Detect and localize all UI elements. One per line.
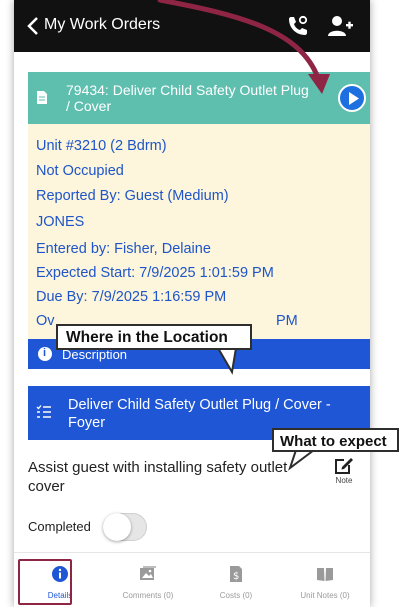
- completed-label: Completed: [28, 519, 91, 534]
- tab-comments[interactable]: Comments (0): [106, 559, 190, 607]
- page-title: My Work Orders: [44, 16, 161, 33]
- edit-note-icon: [335, 458, 353, 474]
- tab-costs[interactable]: $ Costs (0): [194, 559, 278, 607]
- work-order-title-bar: 79434: Deliver Child Safety Outlet Plug …: [28, 72, 370, 124]
- tab-unit-notes-label: Unit Notes (0): [300, 591, 350, 600]
- checklist-icon: [36, 405, 51, 418]
- task-title: Deliver Child Safety Outlet Plug / Cover…: [68, 397, 331, 431]
- unit-info[interactable]: Unit #3210 (2 Bdrm): [36, 138, 167, 154]
- play-icon: [349, 92, 359, 105]
- work-order-title: 79434: Deliver Child Safety Outlet Plug …: [66, 82, 309, 114]
- note-label: Note: [335, 476, 353, 485]
- reported-by: Reported By: Guest (Medium): [36, 188, 229, 204]
- details-tab-highlight: [18, 559, 72, 605]
- phone-call-icon[interactable]: [286, 14, 310, 38]
- app-header: My Work Orders: [14, 0, 370, 52]
- phone-screen: My Work Orders 79434: Deliver Child Safe…: [14, 0, 370, 607]
- overdue-prefix: Ov: [36, 313, 55, 329]
- overdue-suffix: PM: [276, 313, 298, 329]
- due-by: Due By: 7/9/2025 1:16:59 PM: [36, 289, 227, 305]
- toggle-knob: [103, 513, 131, 541]
- add-user-icon[interactable]: [326, 14, 354, 38]
- start-work-button[interactable]: [338, 84, 366, 112]
- expect-callout: What to expect: [272, 428, 399, 452]
- completed-toggle[interactable]: [103, 513, 147, 541]
- tab-costs-label: Costs (0): [219, 591, 253, 600]
- dollar-document-icon: $: [230, 566, 242, 582]
- tab-unit-notes[interactable]: Unit Notes (0): [280, 559, 370, 607]
- occupancy-status: Not Occupied: [36, 163, 124, 179]
- tab-comments-label: Comments (0): [122, 591, 174, 600]
- task-description: Assist guest with installing safety outl…: [28, 459, 288, 495]
- book-icon: [317, 568, 333, 581]
- work-order-details: Unit #3210 (2 Bdrm) Not Occupied Reporte…: [28, 124, 370, 339]
- svg-text:$: $: [233, 571, 239, 582]
- note-button[interactable]: Note: [324, 455, 364, 491]
- guest-name[interactable]: JONES: [36, 214, 84, 230]
- document-icon: [37, 91, 47, 104]
- entered-by: Entered by: Fisher, Delaine: [36, 241, 211, 257]
- chevron-left-icon[interactable]: [26, 15, 40, 37]
- location-callout: Where in the Location: [56, 324, 252, 350]
- image-icon: [140, 566, 156, 580]
- info-icon: i: [38, 347, 52, 361]
- expected-start: Expected Start: 7/9/2025 1:01:59 PM: [36, 265, 274, 281]
